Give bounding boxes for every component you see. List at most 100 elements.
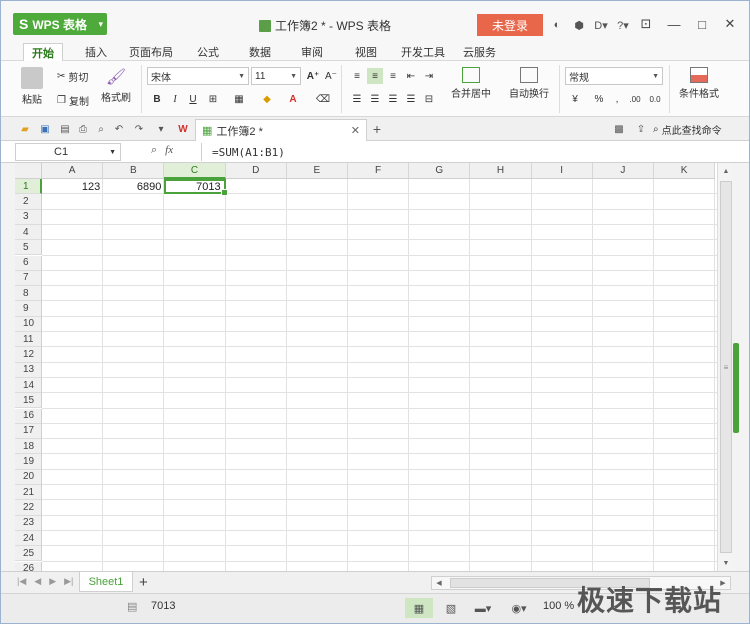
search-command[interactable]: ⌕ 点此查找命令 bbox=[653, 122, 722, 137]
thousands-icon[interactable]: , bbox=[609, 91, 625, 107]
cut-button[interactable]: ✂ 剪切 bbox=[57, 69, 88, 84]
border-icon[interactable]: ⊞ bbox=[205, 91, 221, 107]
maximize-icon[interactable]: □ bbox=[691, 13, 713, 35]
row-header-3[interactable]: 3 bbox=[15, 209, 42, 225]
font-color-icon[interactable]: A bbox=[285, 91, 301, 107]
next-sheet-icon[interactable]: ▶ bbox=[49, 576, 56, 587]
last-sheet-icon[interactable]: ▶| bbox=[64, 576, 73, 587]
tab-developer[interactable]: 开发工具 bbox=[393, 43, 453, 61]
row-header-10[interactable]: 10 bbox=[15, 316, 42, 332]
column-header-d[interactable]: D bbox=[225, 163, 287, 179]
column-header-h[interactable]: H bbox=[470, 163, 532, 179]
number-format-select[interactable]: 常规 ▼ bbox=[565, 67, 663, 85]
copy-button[interactable]: ❐ 复制 bbox=[57, 93, 89, 108]
print-preview-icon[interactable]: ⌕ bbox=[93, 121, 109, 137]
normal-view-icon[interactable]: ▦ bbox=[405, 598, 433, 618]
column-header-e[interactable]: E bbox=[286, 163, 348, 179]
align-right-icon[interactable]: ☰ bbox=[385, 91, 401, 107]
italic-icon[interactable]: I bbox=[167, 91, 183, 107]
wrap-text-button[interactable]: 自动换行 bbox=[509, 67, 549, 100]
column-header-b[interactable]: B bbox=[103, 163, 165, 179]
row-header-11[interactable]: 11 bbox=[15, 332, 42, 348]
row-header-1[interactable]: 1 bbox=[15, 179, 42, 195]
row-header-7[interactable]: 7 bbox=[15, 270, 42, 287]
tab-formulas[interactable]: 公式 bbox=[189, 43, 227, 61]
align-center-icon[interactable]: ☰ bbox=[367, 91, 383, 107]
name-box[interactable]: C1 ▼ bbox=[15, 143, 121, 161]
tab-cloud[interactable]: 云服务 bbox=[455, 43, 504, 61]
chevron-down-icon[interactable]: ▾ bbox=[153, 121, 169, 137]
column-header-i[interactable]: I bbox=[531, 163, 593, 179]
align-middle-icon[interactable]: ≡ bbox=[367, 68, 383, 84]
fill-color-icon[interactable]: ◆ bbox=[259, 91, 275, 107]
row-header-9[interactable]: 9 bbox=[15, 301, 42, 317]
tab-data[interactable]: 数据 bbox=[241, 43, 279, 61]
align-top-icon[interactable]: ≡ bbox=[349, 68, 365, 84]
row-header-6[interactable]: 6 bbox=[15, 255, 42, 271]
row-header-15[interactable]: 15 bbox=[15, 393, 42, 409]
login-button[interactable]: 未登录 bbox=[477, 14, 543, 36]
font-name-select[interactable]: 宋体 ▼ bbox=[147, 67, 249, 85]
row-header-25[interactable]: 25 bbox=[15, 546, 42, 562]
merge-center-button[interactable]: 合并居中 bbox=[451, 67, 491, 100]
redo-icon[interactable]: ↷ bbox=[131, 121, 147, 137]
column-header-g[interactable]: G bbox=[409, 163, 471, 179]
first-sheet-icon[interactable]: |◀ bbox=[17, 576, 26, 587]
scroll-left-icon[interactable]: ◀ bbox=[433, 577, 445, 589]
side-panel-handle[interactable] bbox=[733, 343, 739, 433]
row-header-4[interactable]: 4 bbox=[15, 224, 42, 241]
share-icon[interactable]: ⇪ bbox=[633, 121, 649, 137]
row-header-17[interactable]: 17 bbox=[15, 423, 42, 440]
underline-icon[interactable]: U bbox=[185, 91, 201, 107]
percent-button[interactable]: % bbox=[591, 91, 607, 107]
row-header-19[interactable]: 19 bbox=[15, 454, 42, 470]
row-header-20[interactable]: 20 bbox=[15, 469, 42, 485]
skin-icon[interactable]: ◐ bbox=[547, 14, 567, 36]
scroll-up-icon[interactable]: ▲ bbox=[720, 165, 732, 177]
row-header-8[interactable]: 8 bbox=[15, 286, 42, 302]
select-all-corner[interactable] bbox=[15, 163, 42, 179]
close-icon[interactable]: ✕ bbox=[719, 13, 741, 35]
row-header-2[interactable]: 2 bbox=[15, 194, 42, 210]
print-icon[interactable]: ⎙ bbox=[75, 121, 91, 137]
restore-tab-icon[interactable]: ⊡ bbox=[635, 13, 657, 35]
export-pdf-icon[interactable]: ▤ bbox=[57, 121, 73, 137]
align-left-icon[interactable]: ☰ bbox=[349, 91, 365, 107]
currency-icon[interactable]: ¥ bbox=[567, 91, 583, 107]
row-header-14[interactable]: 14 bbox=[15, 377, 42, 394]
help-icon[interactable]: ?▾ bbox=[613, 14, 633, 36]
undo-icon[interactable]: ↶ bbox=[111, 121, 127, 137]
cell-style-icon[interactable]: ▦ bbox=[231, 91, 247, 107]
feedback-icon[interactable]: D▾ bbox=[591, 14, 611, 36]
document-tab[interactable]: ▦ 工作簿2 * ✕ bbox=[195, 119, 367, 141]
increase-font-icon[interactable]: A⁺ bbox=[305, 68, 321, 84]
clear-format-icon[interactable]: ⌫ bbox=[315, 91, 331, 107]
row-header-18[interactable]: 18 bbox=[15, 439, 42, 455]
decrease-indent-icon[interactable]: ⇤ bbox=[403, 68, 419, 84]
column-header-a[interactable]: A bbox=[42, 163, 104, 179]
tab-home[interactable]: 开始 bbox=[23, 43, 63, 61]
tab-insert[interactable]: 插入 bbox=[77, 43, 115, 61]
close-tab-icon[interactable]: ✕ bbox=[351, 124, 360, 137]
reading-view-icon[interactable]: ▬▾ bbox=[469, 598, 497, 618]
minimize-icon[interactable]: — bbox=[663, 13, 685, 35]
notification-icon[interactable]: ▩ bbox=[611, 121, 627, 137]
row-header-21[interactable]: 21 bbox=[15, 485, 42, 501]
row-header-26[interactable]: 26 bbox=[15, 561, 42, 571]
settings-icon[interactable]: ⬢ bbox=[569, 14, 589, 36]
tab-review[interactable]: 审阅 bbox=[293, 43, 331, 61]
formula-input[interactable]: =SUM(A1:B1) bbox=[201, 143, 747, 161]
wps-w-icon[interactable]: W bbox=[175, 121, 191, 137]
row-header-23[interactable]: 23 bbox=[15, 515, 42, 531]
app-menu-button[interactable]: S WPS 表格 ▾ bbox=[13, 13, 107, 35]
decrease-decimal-button[interactable]: 0.0 bbox=[647, 91, 663, 107]
scroll-thumb[interactable]: ≡ bbox=[720, 181, 732, 553]
decrease-font-icon[interactable]: A⁻ bbox=[323, 68, 339, 84]
format-painter-button[interactable]: 🖌 格式刷 bbox=[101, 67, 131, 104]
bold-icon[interactable]: B bbox=[149, 91, 165, 107]
row-header-13[interactable]: 13 bbox=[15, 362, 42, 378]
zoom-icon[interactable]: ⌕ bbox=[151, 144, 157, 157]
row-header-16[interactable]: 16 bbox=[15, 408, 42, 424]
add-sheet-icon[interactable]: + bbox=[139, 574, 148, 591]
conditional-format-button[interactable]: 条件格式 bbox=[679, 67, 719, 100]
